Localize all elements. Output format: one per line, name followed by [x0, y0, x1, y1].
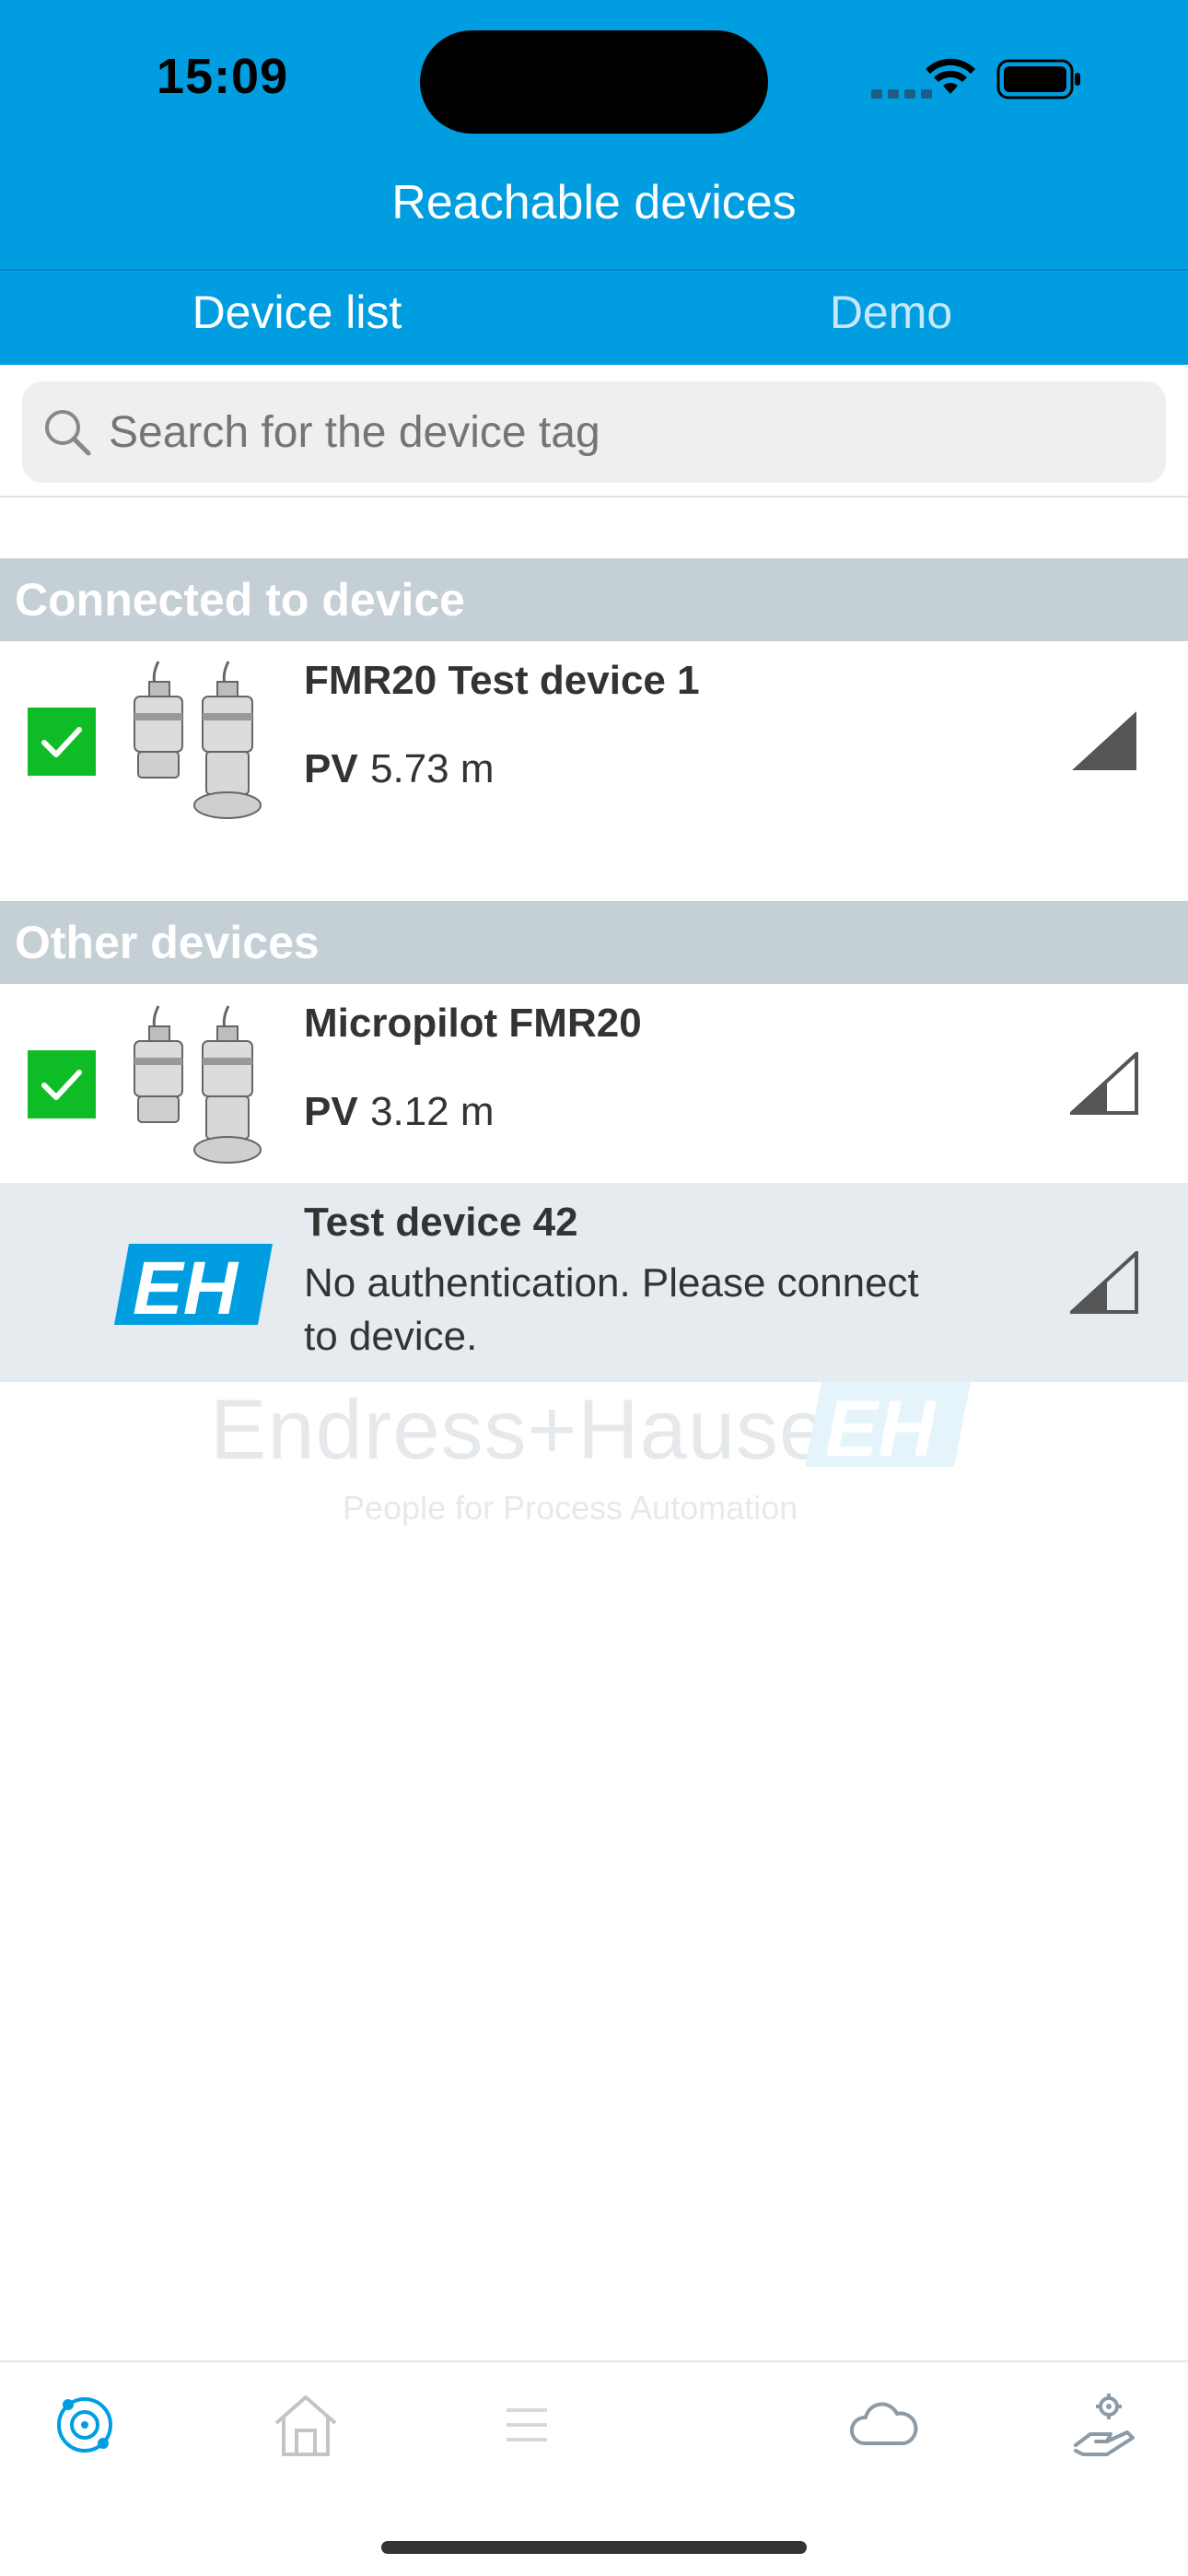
search-bar[interactable]: [22, 381, 1166, 483]
wifi-icon: [926, 58, 975, 94]
svg-text:EH: EH: [825, 1385, 937, 1469]
device-scan-icon[interactable]: [50, 2390, 120, 2460]
watermark-tagline: People for Process Automation: [343, 1489, 798, 1527]
header-divider: [0, 269, 1188, 271]
search-input[interactable]: [109, 407, 1122, 458]
auth-message: No authentication. Please connect to dev…: [304, 1260, 919, 1359]
checkmark-icon: [41, 727, 82, 757]
cloud-icon[interactable]: [847, 2390, 921, 2460]
signal-strength-full-icon: [1072, 711, 1136, 770]
page-title: Reachable devices: [391, 176, 797, 229]
device-name: Test device 42: [304, 1200, 578, 1245]
section-header-connected: Connected to device: [0, 558, 1188, 641]
tab-device-list[interactable]: Device list: [0, 286, 594, 339]
pv-label: PV: [304, 1089, 358, 1134]
signal-strength-low-icon: [1070, 1052, 1138, 1115]
pv-value: 5.73 m: [370, 746, 495, 791]
device-row[interactable]: EH Test device 42 No authentication. Ple…: [0, 1183, 1188, 1382]
radar-sensor-image: [134, 1005, 262, 1164]
tabbar-divider: [0, 2360, 1188, 2362]
tab-demo[interactable]: Demo: [594, 286, 1188, 339]
app-header: 15:09 Reachable devices Device list Demo: [0, 0, 1188, 365]
brand-watermark: Endress+Hauser EH People for Process Aut…: [210, 1382, 974, 1539]
checkbox-checked[interactable]: [28, 1050, 96, 1118]
status-time: 15:09: [157, 49, 289, 104]
pv-value: 3.12 m: [370, 1089, 495, 1134]
menu-icon[interactable]: [492, 2390, 562, 2460]
home-indicator[interactable]: [381, 2541, 807, 2554]
divider: [0, 496, 1188, 498]
battery-icon: [996, 59, 1080, 100]
section-title: Connected to device: [15, 574, 465, 626]
section-title: Other devices: [15, 917, 320, 968]
radar-sensor-image: [134, 661, 262, 819]
section-header-other: Other devices: [0, 901, 1188, 984]
device-row[interactable]: Micropilot FMR20 PV 3.12 m: [0, 984, 1188, 1183]
pv-label: PV: [304, 746, 358, 791]
checkbox-checked[interactable]: [28, 708, 96, 776]
dynamic-island: [420, 30, 768, 134]
device-name: FMR20 Test device 1: [304, 658, 700, 703]
search-icon: [45, 410, 91, 456]
svg-text:EH: EH: [133, 1247, 239, 1327]
settings-hand-icon[interactable]: [1070, 2390, 1140, 2460]
signal-strength-low-icon: [1070, 1251, 1138, 1314]
device-name: Micropilot FMR20: [304, 1001, 642, 1046]
device-row[interactable]: FMR20 Test device 1 PV 5.73 m: [0, 641, 1188, 868]
checkmark-icon: [41, 1070, 82, 1100]
watermark-logo: EH: [805, 1382, 971, 1469]
home-icon[interactable]: [271, 2390, 341, 2460]
endress-hauser-logo: EH: [114, 1244, 273, 1327]
watermark-brand: Endress+Hauser: [210, 1383, 856, 1477]
